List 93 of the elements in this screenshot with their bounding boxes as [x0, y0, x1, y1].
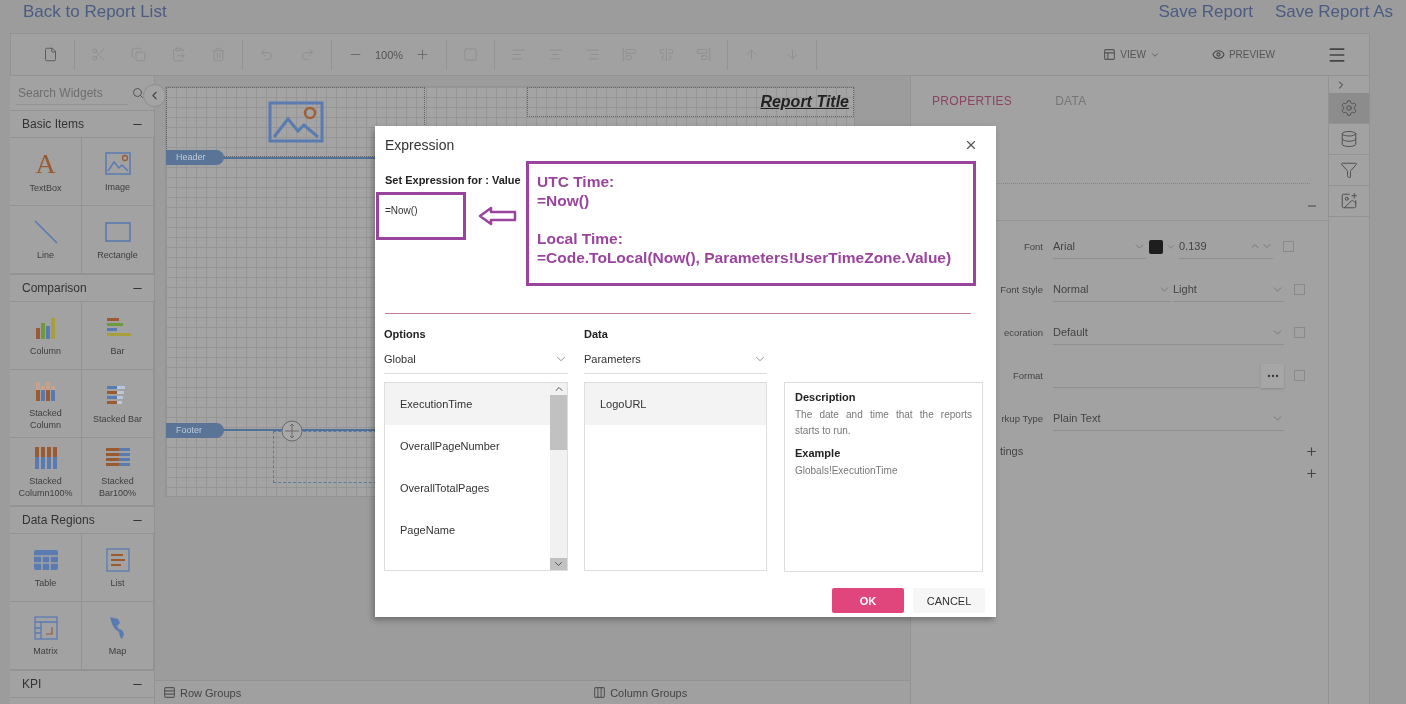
expand-icon[interactable] [1305, 444, 1318, 458]
widget-tile[interactable]: Rectangle [82, 206, 154, 274]
field-label: Set Expression for : Value [385, 174, 522, 186]
widget-tile[interactable]: Stacked Bar100% [82, 438, 154, 506]
cancel-button[interactable]: CANCEL [913, 588, 985, 613]
expand-icon[interactable] [1305, 466, 1318, 480]
checkbox[interactable] [1294, 327, 1305, 338]
preview-button[interactable]: PREVIEW [1211, 48, 1275, 61]
widget-tile[interactable]: Bar [82, 302, 154, 370]
view-button[interactable]: VIEW [1103, 48, 1160, 61]
column-label: Options [384, 327, 427, 342]
property-label: Font [1024, 241, 1044, 252]
dropdown[interactable]: Default [1053, 320, 1284, 345]
settings-icon[interactable] [1340, 99, 1358, 117]
section-header[interactable]: KPI [10, 670, 154, 698]
annotation-code: =Now() [537, 191, 591, 210]
panel-tab[interactable]: PROPERTIES [932, 94, 1013, 108]
font-select[interactable]: Arial [1053, 234, 1146, 259]
annotation-heading: Local Time: [537, 229, 624, 248]
widget-tile[interactable]: Stacked Bar [82, 370, 154, 438]
image-icon[interactable] [1340, 192, 1358, 210]
section-header[interactable]: Basic Items [10, 110, 154, 138]
search-icon [132, 87, 144, 99]
side-tab[interactable] [1329, 93, 1369, 124]
database-icon[interactable] [1340, 130, 1358, 148]
widget-tile[interactable]: Image [82, 138, 154, 206]
row-groups-tab[interactable]: Row Groups [163, 686, 242, 699]
column-label: Data [584, 327, 609, 342]
list-item[interactable]: ExecutionTime [385, 383, 550, 425]
zoom-level: 100% [375, 48, 404, 61]
file-icon[interactable] [43, 47, 58, 62]
group-label: tings [1000, 445, 1024, 457]
widget-tile[interactable]: Table [10, 534, 82, 602]
widget-tile[interactable]: A TextBox [10, 138, 82, 206]
dropdown[interactable]: Plain Text [1053, 406, 1284, 431]
widget-tile[interactable]: List [82, 534, 154, 602]
dropdown[interactable]: Parameters [584, 344, 767, 374]
size-field[interactable]: 0.139 [1179, 234, 1273, 259]
zoom-in-icon[interactable] [415, 47, 431, 62]
save-link[interactable]: Save Report As [1274, 2, 1393, 22]
section-header[interactable]: Comparison [10, 274, 154, 302]
color-swatch[interactable] [1149, 239, 1163, 254]
annotation-heading: UTC Time: [537, 172, 616, 191]
section-title: KPI [22, 677, 42, 691]
list-item[interactable]: LogoURL [585, 383, 766, 425]
image-icon [267, 101, 324, 143]
close-icon [964, 138, 978, 152]
arrow-icon [478, 206, 518, 226]
move-handle-icon[interactable] [280, 419, 304, 443]
eye-icon [1211, 48, 1225, 61]
style-select[interactable]: Normal [1053, 277, 1171, 302]
save-link[interactable]: Save Report [1158, 2, 1253, 22]
section-title: Comparison [22, 281, 87, 295]
column-groups-tab[interactable]: Column Groups [593, 686, 688, 699]
section-title: Basic Items [22, 117, 84, 131]
close-button[interactable] [964, 138, 978, 152]
rows-icon [163, 686, 176, 699]
widget-tile[interactable]: Map [82, 602, 154, 670]
ok-button[interactable]: OK [832, 588, 904, 613]
example-text: Globals!ExecutionTime [795, 464, 899, 478]
widget-tile[interactable]: Column [10, 302, 82, 370]
description-title: Description [795, 391, 857, 403]
filter-icon[interactable] [1340, 161, 1358, 179]
expression-field[interactable]: =Now() [376, 192, 466, 240]
down-icon[interactable] [550, 558, 567, 570]
annotation-code: =Code.ToLocal(Now(), Parameters!UserTimeZone.Value) [537, 248, 953, 267]
checkbox[interactable] [1283, 241, 1294, 252]
widget-tile[interactable]: Stacked Column [10, 370, 82, 438]
back-link[interactable]: Back to Report List [23, 2, 167, 22]
band-label: Header [166, 150, 224, 165]
section-header[interactable]: Data Regions [10, 506, 154, 534]
weight-select[interactable]: Light [1173, 277, 1284, 302]
checkbox[interactable] [1294, 370, 1305, 381]
property-label: Format [1012, 370, 1044, 381]
section-title: Data Regions [22, 513, 95, 527]
example-title: Example [795, 447, 842, 459]
description-text: The date and time that the reports starts to run. [795, 408, 972, 438]
more-button[interactable] [1261, 363, 1284, 388]
widget-tile[interactable]: Stacked Column100% [10, 438, 82, 506]
dropdown[interactable]: Global [384, 344, 568, 374]
layout-icon [1103, 48, 1117, 61]
columns-icon [593, 686, 607, 699]
property-label: Font Style [1000, 284, 1044, 295]
property-label: rkup Type [1001, 413, 1044, 424]
widget-tile[interactable]: Matrix [10, 602, 82, 670]
band-label: Footer [166, 423, 224, 438]
title-textbox[interactable]: Report Title [527, 87, 854, 117]
dialog-title: Expression [385, 137, 455, 153]
property-label: ecoration [1003, 327, 1044, 338]
checkbox[interactable] [1294, 284, 1305, 295]
scrollbar[interactable] [550, 383, 567, 570]
widget-tile[interactable]: Line [10, 206, 82, 274]
letter-icon: A [35, 149, 56, 179]
